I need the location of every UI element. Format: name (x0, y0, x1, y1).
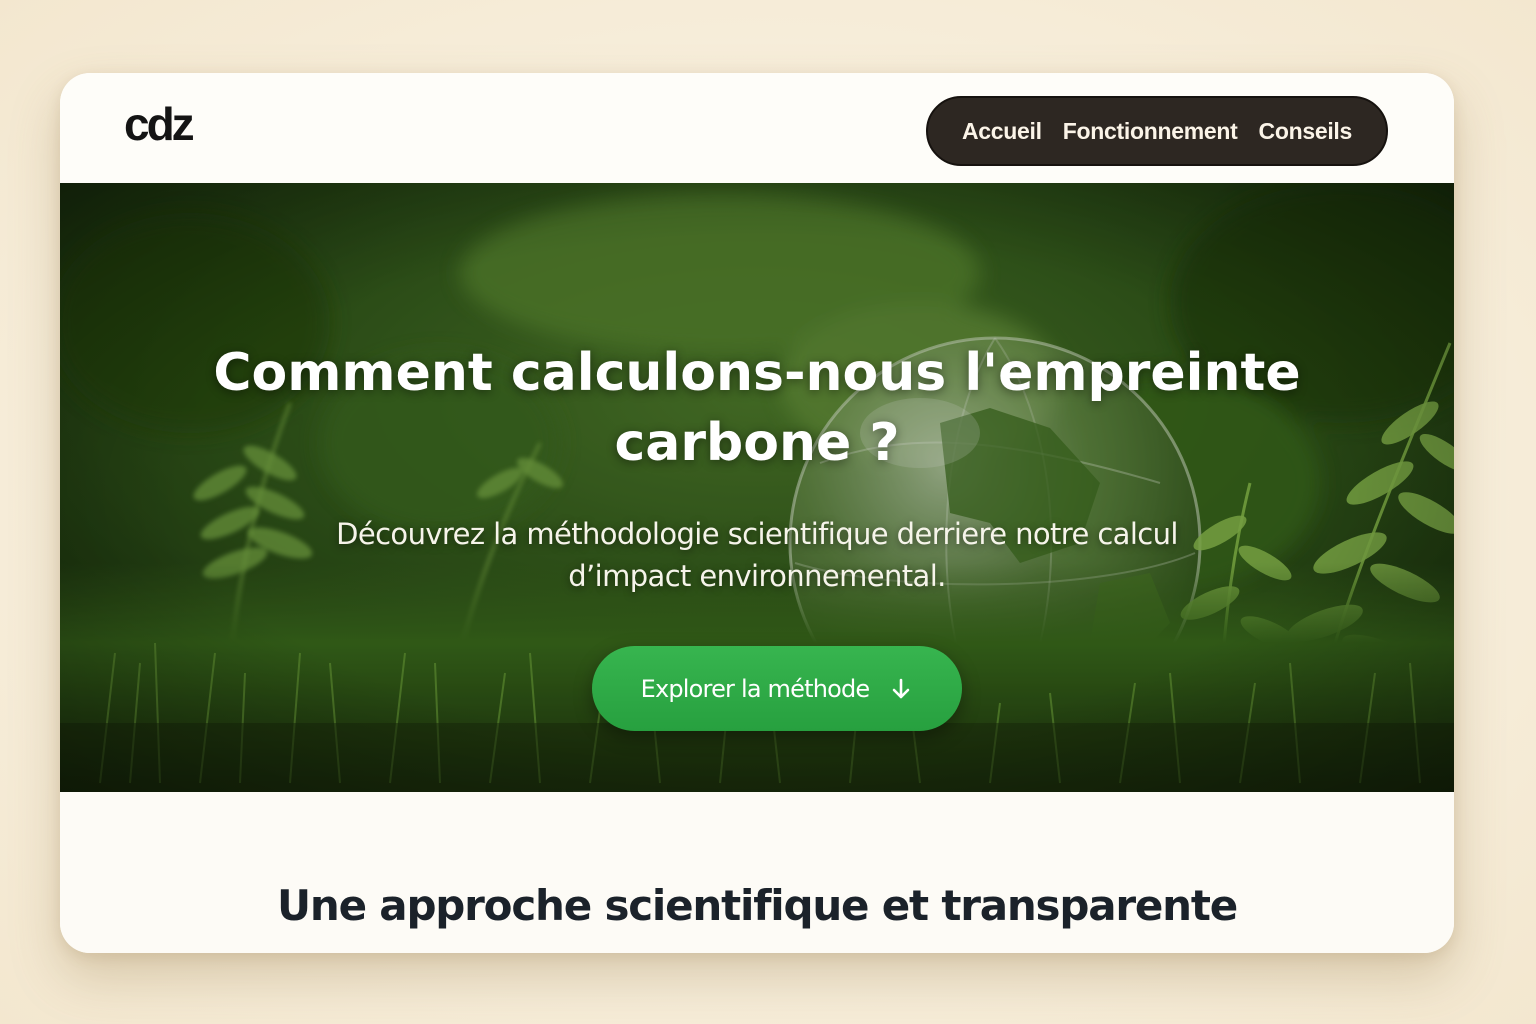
nav-link-fonctionnement[interactable]: Fonctionnement (1063, 118, 1238, 145)
browser-window: cdz Accueil Fonctionnement Conseils Comm… (60, 73, 1454, 953)
hero-subtitle: Découvrez la méthodologie scientifique d… (336, 517, 1178, 593)
nav-link-accueil[interactable]: Accueil (962, 118, 1042, 145)
hero-section: Comment calculons-nous l'empreinte carbo… (60, 183, 1454, 792)
explore-method-button[interactable]: Explorer la méthode (592, 646, 962, 731)
section-heading: Une approche scientifique et transparent… (276, 881, 1238, 930)
nav-link-conseils[interactable]: Conseils (1259, 118, 1353, 145)
svg-text:cdz: cdz (124, 98, 194, 150)
explore-method-button-label: Explorer la méthode (640, 674, 871, 703)
cdz-logo[interactable]: cdz (122, 95, 212, 155)
method-section: Une approche scientifique et transparent… (60, 792, 1454, 953)
hero-title: Comment calculons-nous l'empreinte carbo… (213, 343, 1301, 473)
main-nav: Accueil Fonctionnement Conseils (926, 96, 1388, 166)
arrow-down-icon (893, 678, 910, 698)
site-header: cdz Accueil Fonctionnement Conseils (60, 73, 1454, 183)
